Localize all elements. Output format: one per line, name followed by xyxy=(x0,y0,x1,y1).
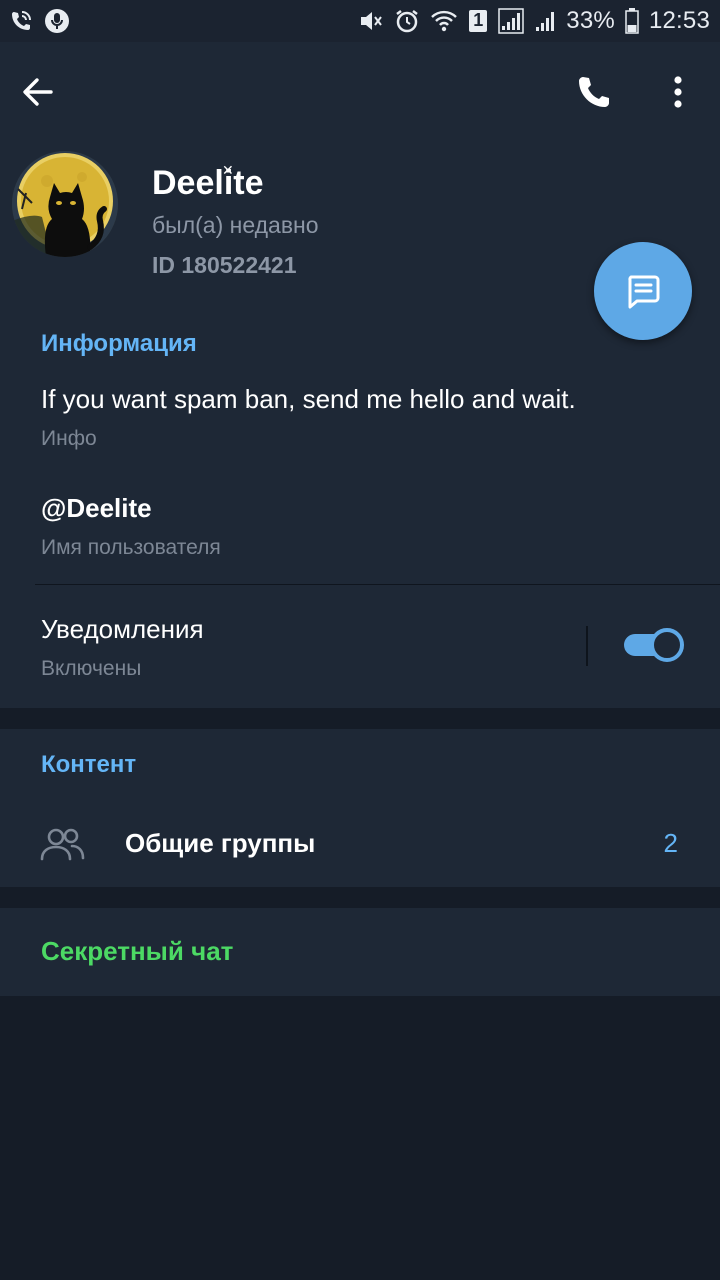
avatar[interactable] xyxy=(12,151,118,257)
notifications-label[interactable]: Уведомления xyxy=(41,614,204,645)
common-groups-row[interactable]: Общие группы 2 xyxy=(0,803,720,887)
clock: 12:53 xyxy=(648,7,710,34)
content-section-title: Контент xyxy=(41,751,137,778)
send-message-button[interactable] xyxy=(594,242,692,340)
arrow-left-icon xyxy=(23,78,53,106)
common-groups-count: 2 xyxy=(663,828,678,858)
signal-icon xyxy=(498,8,525,34)
alarm-icon xyxy=(394,8,420,34)
secret-chat-section: Секретный чат xyxy=(0,908,720,996)
secret-chat-button[interactable]: Секретный чат xyxy=(41,936,233,967)
toggle-knob xyxy=(650,628,684,662)
more-vertical-icon xyxy=(674,76,682,108)
toggle-separator xyxy=(586,626,588,666)
content-section: Контент Общие группы 2 xyxy=(0,729,720,887)
battery-icon xyxy=(625,8,639,34)
more-button[interactable] xyxy=(660,72,696,112)
wifi-icon xyxy=(430,9,458,33)
call-button[interactable] xyxy=(574,72,614,112)
status-bar: 1 33% 12:53 xyxy=(0,0,720,42)
phone-icon xyxy=(579,77,609,107)
microphone-icon xyxy=(44,8,70,34)
profile-name: Deelite xyxy=(152,164,264,202)
groups-icon xyxy=(40,828,85,861)
username-text[interactable]: @Deelite xyxy=(41,493,152,524)
name-sparkle-icon: ✕ xyxy=(222,162,234,178)
mute-icon xyxy=(358,8,384,34)
sim-badge-icon: 1 xyxy=(468,9,488,33)
username-label: Имя пользователя xyxy=(41,536,221,559)
last-seen-status: был(а) недавно xyxy=(152,212,319,238)
divider xyxy=(35,584,720,585)
info-section-title: Информация xyxy=(41,330,197,357)
black-cat-moon-avatar xyxy=(12,151,118,257)
message-icon xyxy=(628,275,660,309)
info-section: Информация If you want spam ban, send me… xyxy=(0,296,720,708)
common-groups-label: Общие группы xyxy=(125,828,316,858)
notifications-state: Включены xyxy=(41,657,142,680)
battery-percent: 33% xyxy=(566,7,615,34)
wifi-call-icon xyxy=(8,8,34,34)
notifications-toggle[interactable] xyxy=(622,628,684,662)
back-button[interactable] xyxy=(18,72,58,112)
user-id: ID 180522421 xyxy=(152,252,297,278)
signal-secondary-icon xyxy=(534,9,556,33)
bio-text[interactable]: If you want spam ban, send me hello and … xyxy=(41,384,576,415)
bio-label: Инфо xyxy=(41,427,97,450)
